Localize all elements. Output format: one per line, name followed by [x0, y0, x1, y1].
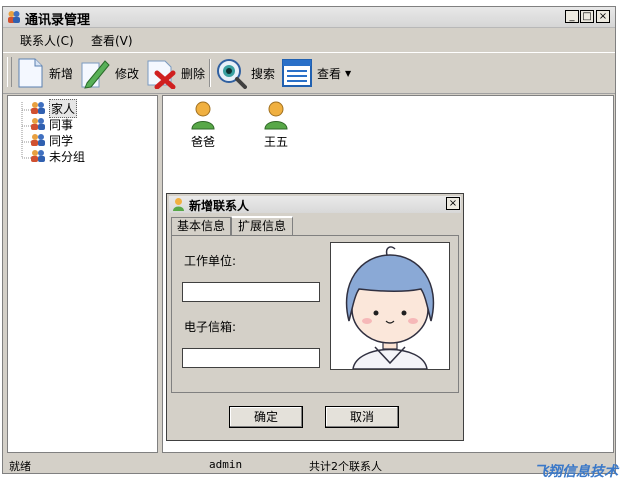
close-button[interactable]: ×	[596, 10, 610, 23]
delete-button[interactable]: 删除	[145, 56, 205, 90]
add-contact-dialog: 新增联系人 × 基本信息 扩展信息 工作单位: 电子信箱: 确定 取消	[166, 193, 464, 441]
menu-contacts[interactable]: 联系人(C)	[20, 32, 74, 49]
tab-panel: 工作单位: 电子信箱:	[171, 235, 459, 393]
dialog-title: 新增联系人	[189, 199, 250, 213]
edit-pen-icon	[81, 60, 110, 89]
menu-bar: 联系人(C) 查看(V)	[3, 28, 615, 50]
minimize-button[interactable]: _	[565, 10, 579, 23]
email-label: 电子信箱:	[184, 320, 237, 334]
dialog-title-bar: 新增联系人 ×	[169, 196, 461, 213]
avatar	[345, 246, 435, 369]
contact-name: 爸爸	[190, 135, 215, 149]
tree-item-family[interactable]: 家人	[30, 98, 78, 118]
tree-item-label: 未分组	[49, 149, 86, 164]
status-ready: 就绪	[9, 460, 31, 473]
tree-item-label: 同事	[49, 117, 74, 132]
group-tree: 家人 同事 同学 未分组	[7, 95, 158, 453]
delete-button-label: 删除	[181, 66, 206, 81]
group-icon	[31, 134, 45, 146]
add-button[interactable]: 新增	[15, 56, 73, 90]
delete-x-icon	[147, 60, 176, 89]
status-count: 共计2个联系人	[309, 460, 382, 473]
group-icon	[31, 118, 45, 130]
cancel-button[interactable]: 取消	[325, 406, 399, 428]
menu-view[interactable]: 查看(V)	[91, 32, 133, 49]
edit-button[interactable]: 修改	[79, 56, 139, 90]
tree-item-classmates[interactable]: 同学	[30, 132, 73, 148]
add-button-label: 新增	[49, 66, 74, 81]
maximize-button[interactable]: □	[580, 10, 594, 23]
status-user: admin	[209, 458, 243, 471]
status-bar: 就绪 admin 共计2个联系人	[3, 455, 615, 473]
person-icon	[264, 101, 288, 130]
tab-basic-info[interactable]: 基本信息	[171, 217, 231, 235]
title-bar: 通讯录管理 _ □ ×	[3, 7, 615, 28]
work-field[interactable]	[182, 282, 320, 302]
toolbar-grip	[7, 57, 12, 87]
edit-button-label: 修改	[115, 66, 140, 81]
chevron-down-icon: ▼	[345, 68, 352, 78]
search-eye-icon	[217, 59, 247, 89]
ok-button[interactable]: 确定	[229, 406, 303, 428]
view-button[interactable]: 查看 ▼	[281, 56, 351, 90]
dialog-close-button[interactable]: ×	[446, 197, 460, 210]
contact-name: 王五	[263, 135, 288, 149]
email-field[interactable]	[182, 348, 320, 368]
tree-item-colleagues[interactable]: 同事	[30, 116, 73, 132]
search-button[interactable]: 搜索	[215, 56, 275, 90]
work-label: 工作单位:	[184, 254, 237, 268]
tree-item-ungrouped[interactable]: 未分组	[30, 148, 85, 164]
photo-box[interactable]	[330, 242, 450, 370]
view-button-label: 查看	[317, 66, 342, 81]
search-button-label: 搜索	[251, 66, 276, 81]
new-document-icon	[18, 58, 43, 88]
view-list-icon	[282, 59, 312, 87]
brand-watermark: 飞翔信息技术	[534, 464, 618, 480]
group-icon	[31, 102, 45, 114]
person-icon	[191, 101, 215, 130]
contact-item[interactable]: 爸爸	[178, 100, 228, 150]
window-title: 通讯录管理	[25, 13, 91, 28]
person-icon	[173, 198, 184, 211]
tree-item-label: 同学	[49, 133, 74, 148]
group-icon	[31, 150, 45, 162]
toolbar: 新增 修改 删除 搜索 查看 ▼	[3, 52, 615, 94]
toolbar-separator	[209, 59, 211, 87]
contact-item[interactable]: 王五	[251, 100, 301, 150]
tab-extended-info[interactable]: 扩展信息	[231, 216, 293, 235]
contacts-app-icon	[8, 11, 20, 23]
